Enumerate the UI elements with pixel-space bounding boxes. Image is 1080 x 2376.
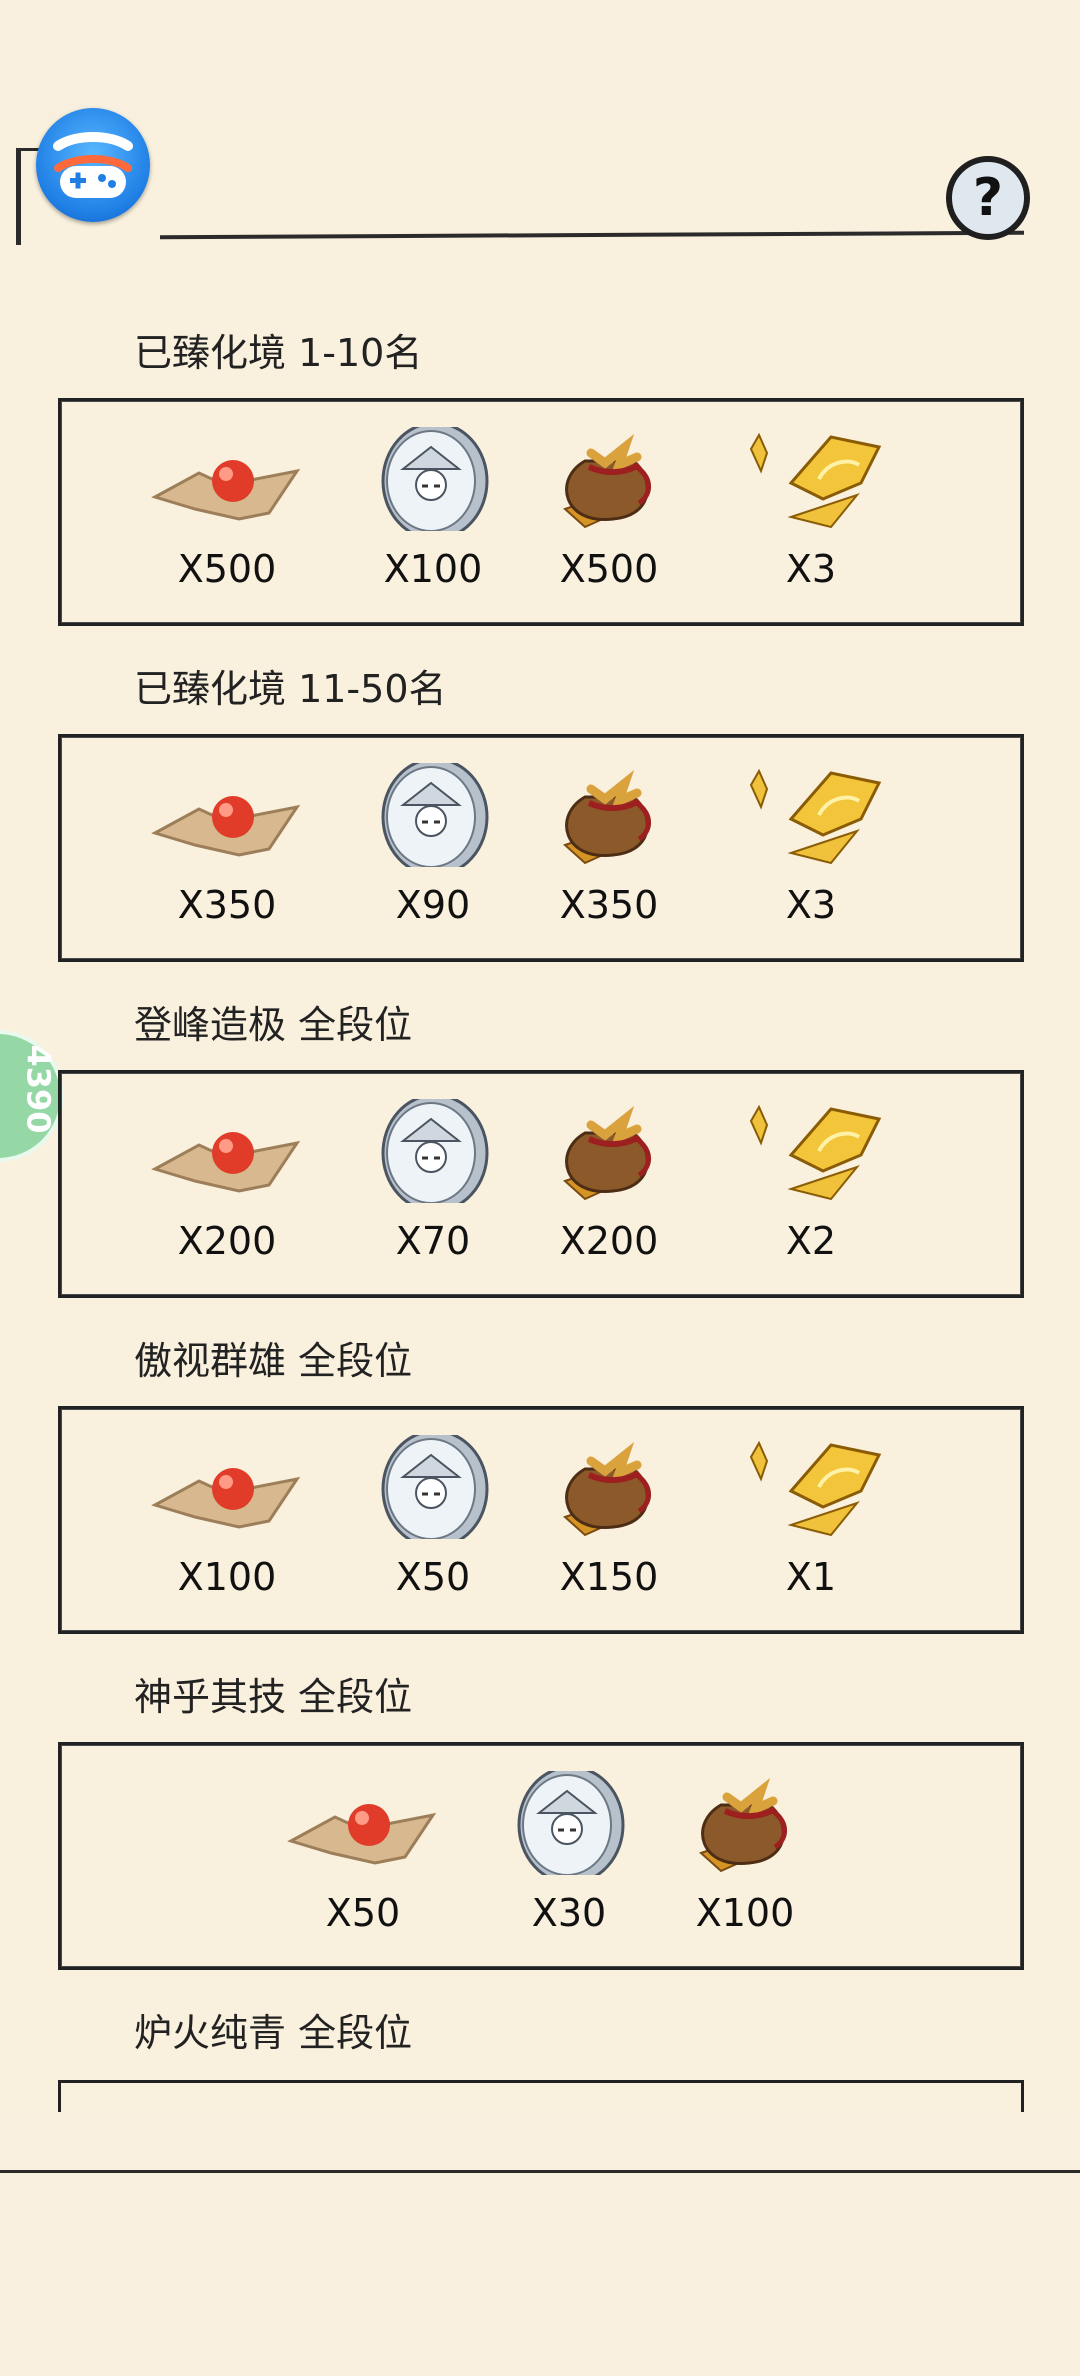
reward-item[interactable]: X2 xyxy=(731,1099,891,1263)
reward-item[interactable]: X350 xyxy=(529,763,689,927)
floating-side-tab[interactable]: 4390 xyxy=(0,1030,64,1162)
header-divider xyxy=(160,230,1024,240)
golden-shard-icon xyxy=(749,1440,882,1537)
red-pearl-icon xyxy=(151,796,301,857)
gold-bag-icon xyxy=(563,1441,651,1537)
red-pearl-icon xyxy=(151,1468,301,1529)
gamepad-logo-svg xyxy=(53,132,133,198)
gamepad-logo-icon[interactable] xyxy=(36,108,150,222)
reward-item[interactable]: X70 xyxy=(353,1099,513,1263)
reward-box: X50 X30 X100 xyxy=(58,1742,1024,1970)
silver-coin-icon xyxy=(381,427,489,531)
bottom-divider xyxy=(0,2170,1080,2173)
reward-quantity: X100 xyxy=(383,547,483,591)
reward-item[interactable]: X500 xyxy=(147,427,307,591)
side-tab-counter: 4390 xyxy=(19,1044,58,1134)
reward-quantity: X90 xyxy=(395,883,471,927)
help-button[interactable]: ? xyxy=(946,156,1030,240)
reward-quantity: X30 xyxy=(531,1891,607,1935)
reward-quantity: X3 xyxy=(785,883,837,927)
reward-item[interactable]: X3 xyxy=(731,763,891,927)
silver-coin-icon xyxy=(381,763,489,867)
reward-item[interactable]: X100 xyxy=(665,1771,825,1935)
bottom-bar xyxy=(0,2112,1080,2376)
reward-item[interactable]: X50 xyxy=(353,1435,513,1599)
reward-item[interactable]: X1 xyxy=(731,1435,891,1599)
red-pearl-icon xyxy=(287,1804,437,1865)
reward-item[interactable]: X100 xyxy=(353,427,513,591)
silver-coin-icon xyxy=(381,1099,489,1203)
reward-box: X350 X90 X350 X3 xyxy=(58,734,1024,962)
reward-item[interactable]: X90 xyxy=(353,763,513,927)
reward-box: X200 X70 X200 X2 xyxy=(58,1070,1024,1298)
question-mark-icon: ? xyxy=(972,168,1004,228)
gold-bag-icon xyxy=(563,433,651,529)
reward-quantity: X350 xyxy=(177,883,277,927)
gold-bag-icon xyxy=(699,1777,787,1873)
reward-quantity: X100 xyxy=(695,1891,795,1935)
reward-quantity: X50 xyxy=(395,1555,471,1599)
reward-quantity: X1 xyxy=(785,1555,837,1599)
reward-item[interactable]: X200 xyxy=(147,1099,307,1263)
reward-item[interactable]: X200 xyxy=(529,1099,689,1263)
tier-title: 傲视群雄 全段位 xyxy=(134,1339,413,1383)
reward-item[interactable]: X30 xyxy=(489,1771,649,1935)
red-pearl-icon xyxy=(151,460,301,521)
reward-item[interactable]: X100 xyxy=(147,1435,307,1599)
reward-quantity: X350 xyxy=(559,883,659,927)
reward-item[interactable]: X3 xyxy=(731,427,891,591)
reward-quantity: X200 xyxy=(177,1219,277,1263)
gold-bag-icon xyxy=(563,1105,651,1201)
reward-quantity: X3 xyxy=(785,547,837,591)
reward-item[interactable]: X50 xyxy=(283,1771,443,1935)
reward-quantity: X150 xyxy=(559,1555,659,1599)
tier-title: 神乎其技 全段位 xyxy=(134,1675,413,1719)
reward-quantity: X500 xyxy=(559,547,659,591)
gold-bag-icon xyxy=(563,769,651,865)
red-pearl-icon xyxy=(151,1132,301,1193)
reward-quantity: X100 xyxy=(177,1555,277,1599)
tier-title: 已臻化境 1-10名 xyxy=(134,331,423,375)
reward-quantity: X2 xyxy=(785,1219,837,1263)
tier-title: 已臻化境 11-50名 xyxy=(134,667,447,711)
reward-quantity: X50 xyxy=(325,1891,401,1935)
top-status-area xyxy=(0,0,1080,120)
reward-quantity: X200 xyxy=(559,1219,659,1263)
reward-item[interactable]: X500 xyxy=(529,427,689,591)
silver-coin-icon xyxy=(517,1771,625,1875)
reward-quantity: X70 xyxy=(395,1219,471,1263)
golden-shard-icon xyxy=(749,432,882,529)
golden-shard-icon xyxy=(749,768,882,865)
tier-title: 炉火纯青 全段位 xyxy=(134,2011,413,2055)
reward-box: X100 X50 X150 X1 xyxy=(58,1406,1024,1634)
reward-quantity: X500 xyxy=(177,547,277,591)
reward-box: X500 X100 X500 X3 xyxy=(58,398,1024,626)
tier-title: 登峰造极 全段位 xyxy=(134,1003,413,1047)
golden-shard-icon xyxy=(749,1104,882,1201)
reward-item[interactable]: X350 xyxy=(147,763,307,927)
silver-coin-icon xyxy=(381,1435,489,1539)
reward-item[interactable]: X150 xyxy=(529,1435,689,1599)
